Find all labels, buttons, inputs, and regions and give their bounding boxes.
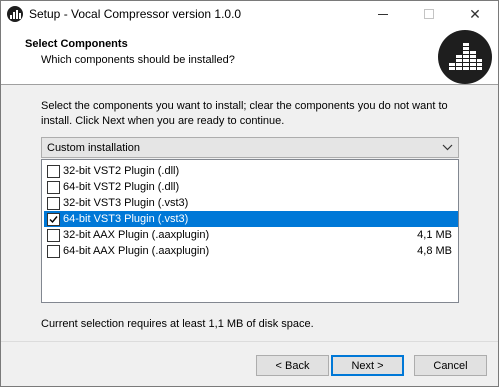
app-icon	[7, 6, 23, 22]
equalizer-logo-icon	[438, 30, 492, 84]
close-icon: ✕	[469, 5, 481, 22]
next-button[interactable]: Next >	[331, 355, 404, 376]
component-checkbox[interactable]	[47, 244, 60, 258]
component-label: 64-bit AAX Plugin (.aaxplugin)	[63, 245, 210, 257]
wizard-header: Select Components Which components shoul…	[1, 27, 498, 85]
component-label: 32-bit VST3 Plugin (.vst3)	[63, 197, 189, 209]
component-label: 64-bit VST2 Plugin (.dll)	[63, 181, 180, 193]
disk-space-status: Current selection requires at least 1,1 …	[41, 318, 314, 330]
maximize-button	[406, 1, 452, 27]
component-label: 32-bit AAX Plugin (.aaxplugin)	[63, 229, 210, 241]
component-checkbox[interactable]	[47, 180, 60, 194]
component-item[interactable]: 32-bit AAX Plugin (.aaxplugin) 4,1 MB	[44, 227, 458, 243]
component-item[interactable]: 32-bit VST2 Plugin (.dll)	[44, 163, 458, 179]
back-button[interactable]: < Back	[256, 355, 329, 376]
close-button[interactable]: ✕	[452, 1, 498, 27]
component-item[interactable]: 64-bit AAX Plugin (.aaxplugin) 4,8 MB	[44, 243, 458, 259]
component-size: 4,1 MB	[417, 229, 452, 241]
component-label: 64-bit VST3 Plugin (.vst3)	[63, 213, 189, 225]
component-checkbox[interactable]	[47, 196, 60, 210]
window-title: Setup - Vocal Compressor version 1.0.0	[29, 7, 242, 21]
component-checkbox[interactable]	[47, 212, 60, 226]
page-subtitle: Which components should be installed?	[41, 54, 235, 66]
maximize-icon	[424, 9, 434, 19]
component-checkbox[interactable]	[47, 228, 60, 242]
install-type-select[interactable]: Custom installation	[41, 137, 459, 158]
component-item[interactable]: 64-bit VST3 Plugin (.vst3)	[44, 211, 458, 227]
title-bar: Setup - Vocal Compressor version 1.0.0 ✕	[1, 1, 498, 27]
checkmark-icon	[49, 215, 58, 223]
chevron-down-icon	[442, 144, 453, 151]
minimize-icon	[378, 13, 388, 15]
button-area-divider	[1, 341, 498, 342]
component-size: 4,8 MB	[417, 245, 452, 257]
cancel-button[interactable]: Cancel	[414, 355, 487, 376]
components-list[interactable]: 32-bit VST2 Plugin (.dll) 64-bit VST2 Pl…	[41, 159, 459, 303]
component-checkbox[interactable]	[47, 164, 60, 178]
setup-window: Setup - Vocal Compressor version 1.0.0 ✕…	[0, 0, 499, 387]
component-item[interactable]: 64-bit VST2 Plugin (.dll)	[44, 179, 458, 195]
install-type-value: Custom installation	[47, 141, 140, 154]
instructions-text: Select the components you want to instal…	[41, 100, 448, 127]
component-label: 32-bit VST2 Plugin (.dll)	[63, 165, 180, 177]
minimize-button[interactable]	[360, 1, 406, 27]
page-title: Select Components	[25, 38, 128, 50]
component-item[interactable]: 32-bit VST3 Plugin (.vst3)	[44, 195, 458, 211]
